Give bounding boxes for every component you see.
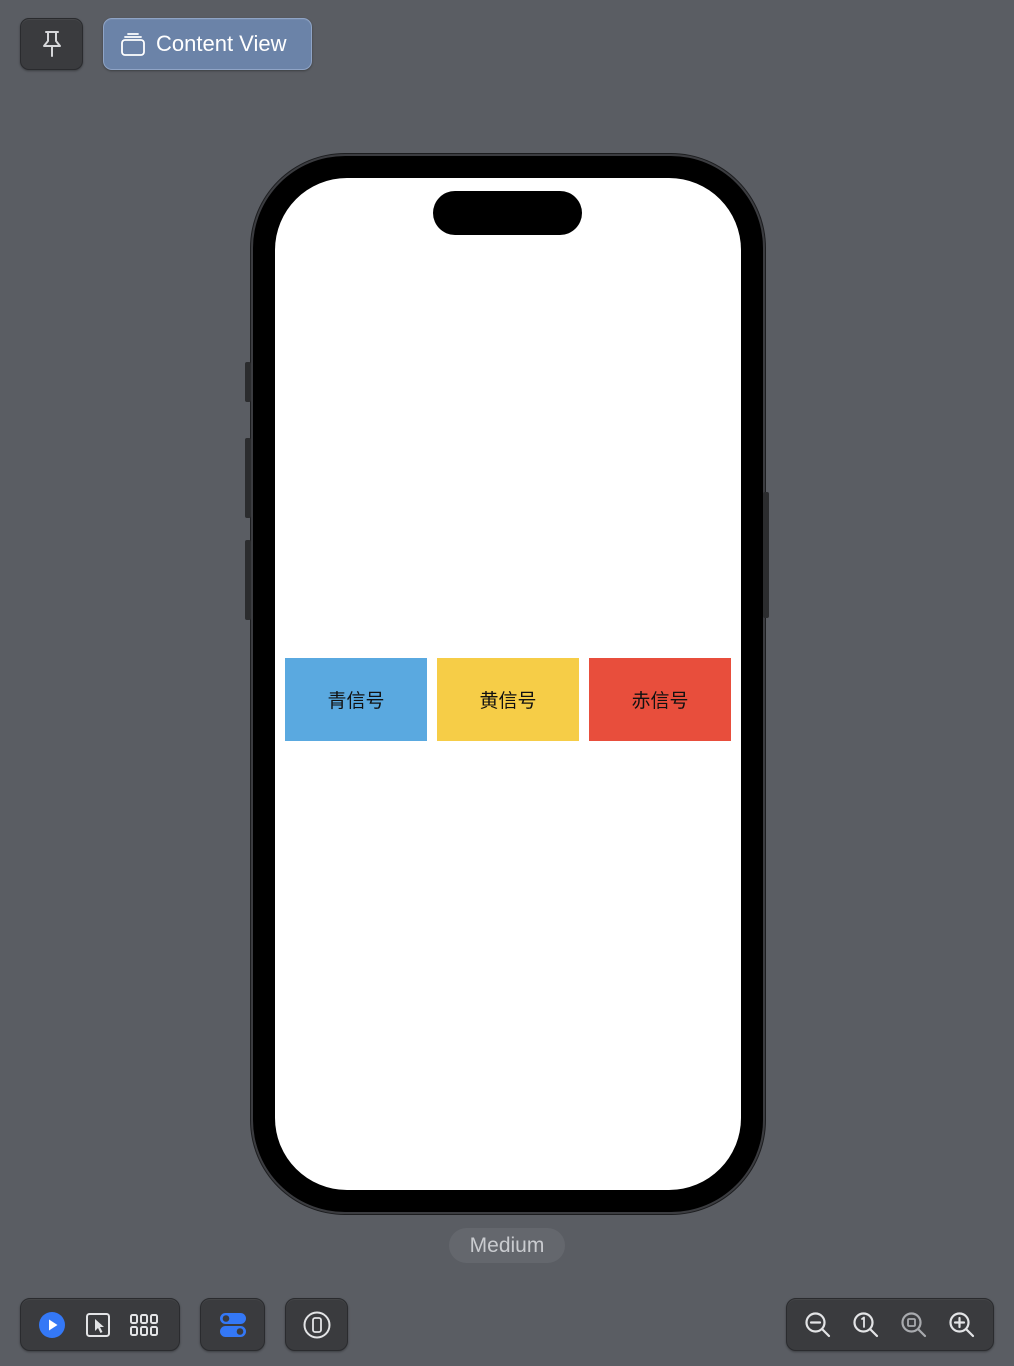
side-button [763, 492, 769, 618]
zoom-group [786, 1298, 994, 1351]
stack-icon [120, 31, 146, 57]
preview-variant-label: Medium [449, 1228, 565, 1263]
volume-up-button [245, 438, 251, 518]
zoom-out-icon[interactable] [804, 1311, 832, 1339]
red-signal-button[interactable]: 赤信号 [589, 658, 731, 741]
action-button [245, 362, 251, 402]
device-settings-icon[interactable] [302, 1310, 332, 1340]
selectable-cursor-icon[interactable] [85, 1311, 111, 1339]
yellow-signal-button[interactable]: 黄信号 [437, 658, 579, 741]
device-settings-group [285, 1298, 348, 1351]
pin-icon [39, 29, 65, 59]
dynamic-island [433, 191, 582, 235]
volume-down-button [245, 540, 251, 620]
grid-variants-icon[interactable] [129, 1312, 159, 1338]
zoom-in-icon[interactable] [948, 1311, 976, 1339]
zoom-to-fit-icon[interactable] [900, 1311, 928, 1339]
content-view-label: Content View [156, 31, 287, 56]
preview-mode-group [20, 1298, 180, 1351]
variants-group [200, 1298, 265, 1351]
toggle-icon[interactable] [218, 1311, 248, 1339]
live-play-icon[interactable] [37, 1310, 67, 1340]
zoom-actual-size-icon[interactable] [852, 1311, 880, 1339]
green-signal-button[interactable]: 青信号 [285, 658, 427, 741]
pin-button[interactable] [20, 18, 83, 70]
content-view-button[interactable]: Content View [103, 18, 312, 70]
